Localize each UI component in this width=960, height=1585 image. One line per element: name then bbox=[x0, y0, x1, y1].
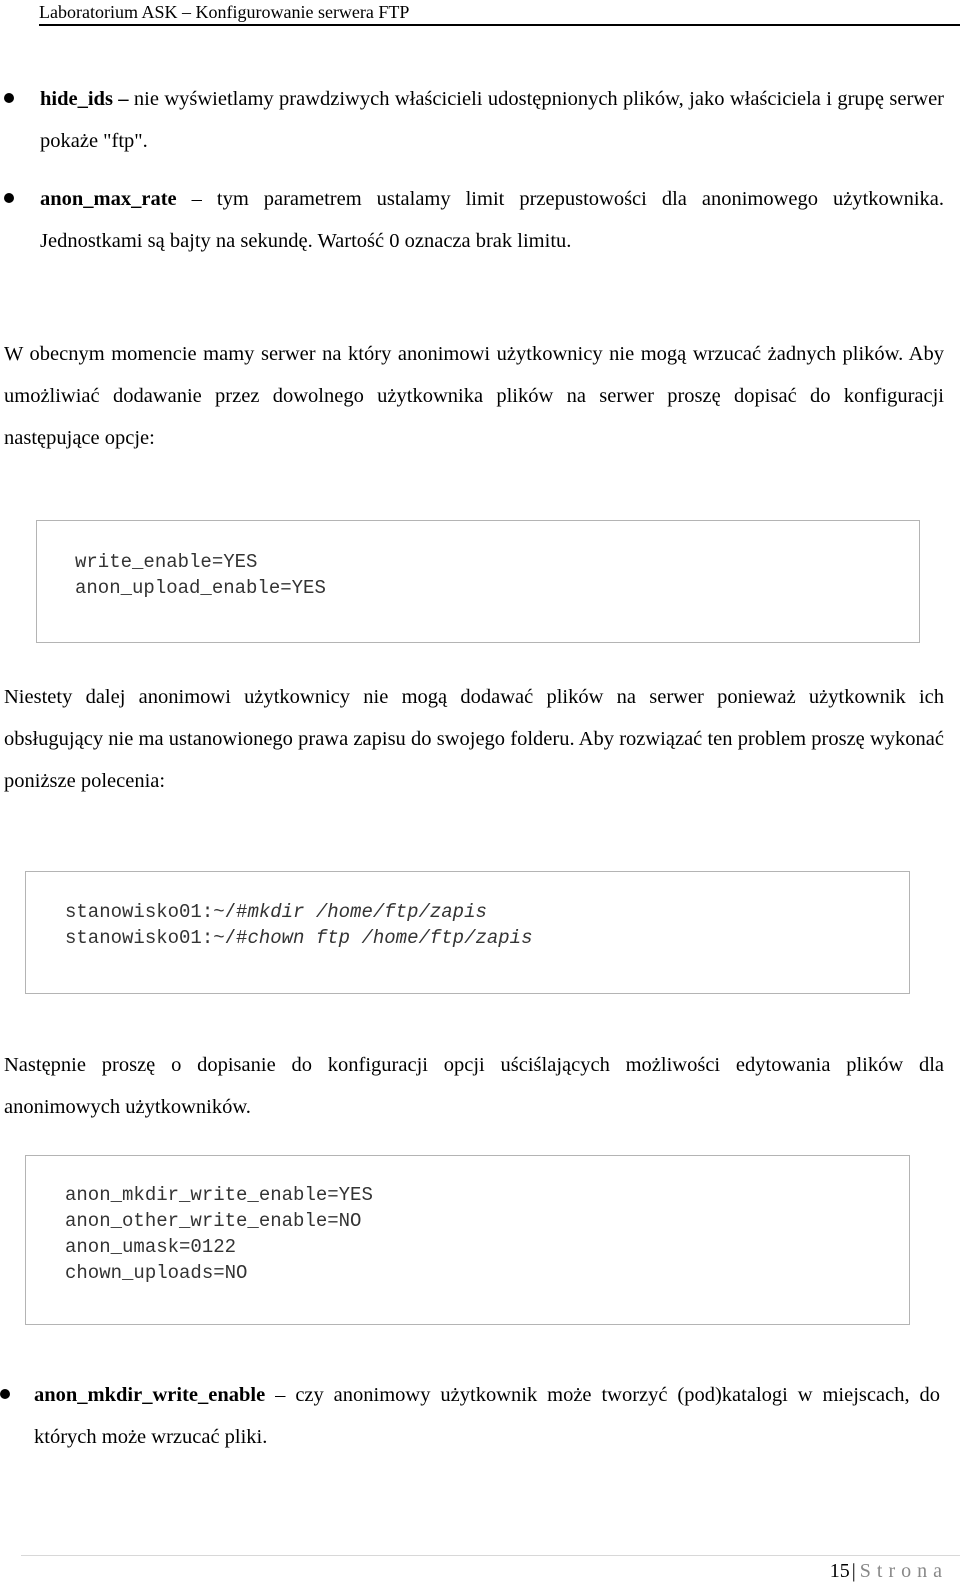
page-header: Laboratorium ASK – Konfigurowanie serwer… bbox=[39, 0, 960, 26]
bullet-dash: – bbox=[265, 1384, 296, 1406]
code-block-upload-config: write_enable=YES anon_upload_enable=YES bbox=[36, 520, 920, 643]
footer-divider bbox=[21, 1555, 960, 1556]
footer-separator: | bbox=[851, 1560, 856, 1582]
paragraph-permissions-problem: Niestety dalej anonimowi użytkownicy nie… bbox=[4, 686, 944, 792]
bullet-anon-mkdir-write-enable: anon_mkdir_write_enable – czy anonimowy … bbox=[0, 1374, 940, 1458]
paragraph-intro-upload: W obecnym momencie mamy serwer na który … bbox=[4, 343, 944, 449]
bullet-term: hide_ids bbox=[40, 88, 113, 110]
bullet-dash: – bbox=[176, 188, 217, 210]
page-footer: 15 | Strona bbox=[830, 1558, 948, 1584]
bullet-body: anon_max_rate – tym parametrem ustalamy … bbox=[40, 178, 944, 262]
shell-command-line: stanowisko01:~/#chown ftp /home/ftp/zapi… bbox=[65, 925, 532, 951]
code-line: anon_umask=0122 bbox=[65, 1236, 237, 1258]
bullet-icon bbox=[4, 93, 14, 103]
shell-command: mkdir /home/ftp/zapis bbox=[247, 901, 487, 923]
bullet-term: anon_max_rate bbox=[40, 188, 177, 210]
code-line: chown_uploads=NO bbox=[65, 1262, 248, 1284]
bullet-anon-max-rate: anon_max_rate – tym parametrem ustalamy … bbox=[4, 178, 944, 262]
shell-prompt: stanowisko01:~/# bbox=[65, 901, 248, 923]
bullet-icon bbox=[4, 193, 14, 203]
shell-prompt: stanowisko01:~/# bbox=[65, 927, 248, 949]
shell-command: chown ftp /home/ftp/zapis bbox=[247, 927, 533, 949]
bullet-hide-ids: hide_ids – nie wyświetlamy prawdziwych w… bbox=[4, 78, 944, 162]
code-block-restrict-config: anon_mkdir_write_enable=YES anon_other_w… bbox=[25, 1155, 910, 1325]
shell-command-line: stanowisko01:~/#mkdir /home/ftp/zapis bbox=[65, 899, 532, 925]
code-block-shell-commands: stanowisko01:~/#mkdir /home/ftp/zapis st… bbox=[25, 871, 910, 994]
code-line: anon_other_write_enable=NO bbox=[65, 1210, 362, 1232]
header-title: Laboratorium ASK – Konfigurowanie serwer… bbox=[39, 2, 410, 22]
bullet-term: anon_mkdir_write_enable bbox=[34, 1384, 266, 1406]
bullet-icon bbox=[0, 1389, 10, 1399]
page-number: 15 bbox=[829, 1560, 850, 1582]
code-line: anon_mkdir_write_enable=YES bbox=[65, 1184, 373, 1206]
code-line: anon_upload_enable=YES bbox=[75, 577, 326, 599]
code-line: write_enable=YES bbox=[75, 551, 258, 573]
paragraph-restrict-options: Następnie proszę o dopisanie do konfigur… bbox=[4, 1054, 944, 1118]
bullet-dash: – bbox=[112, 88, 134, 110]
bullet-body: anon_mkdir_write_enable – czy anonimowy … bbox=[34, 1374, 940, 1458]
page-word: Strona bbox=[859, 1560, 948, 1582]
bullet-description: nie wyświetlamy prawdziwych właścicieli … bbox=[40, 88, 945, 152]
bullet-body: hide_ids – nie wyświetlamy prawdziwych w… bbox=[40, 78, 944, 162]
